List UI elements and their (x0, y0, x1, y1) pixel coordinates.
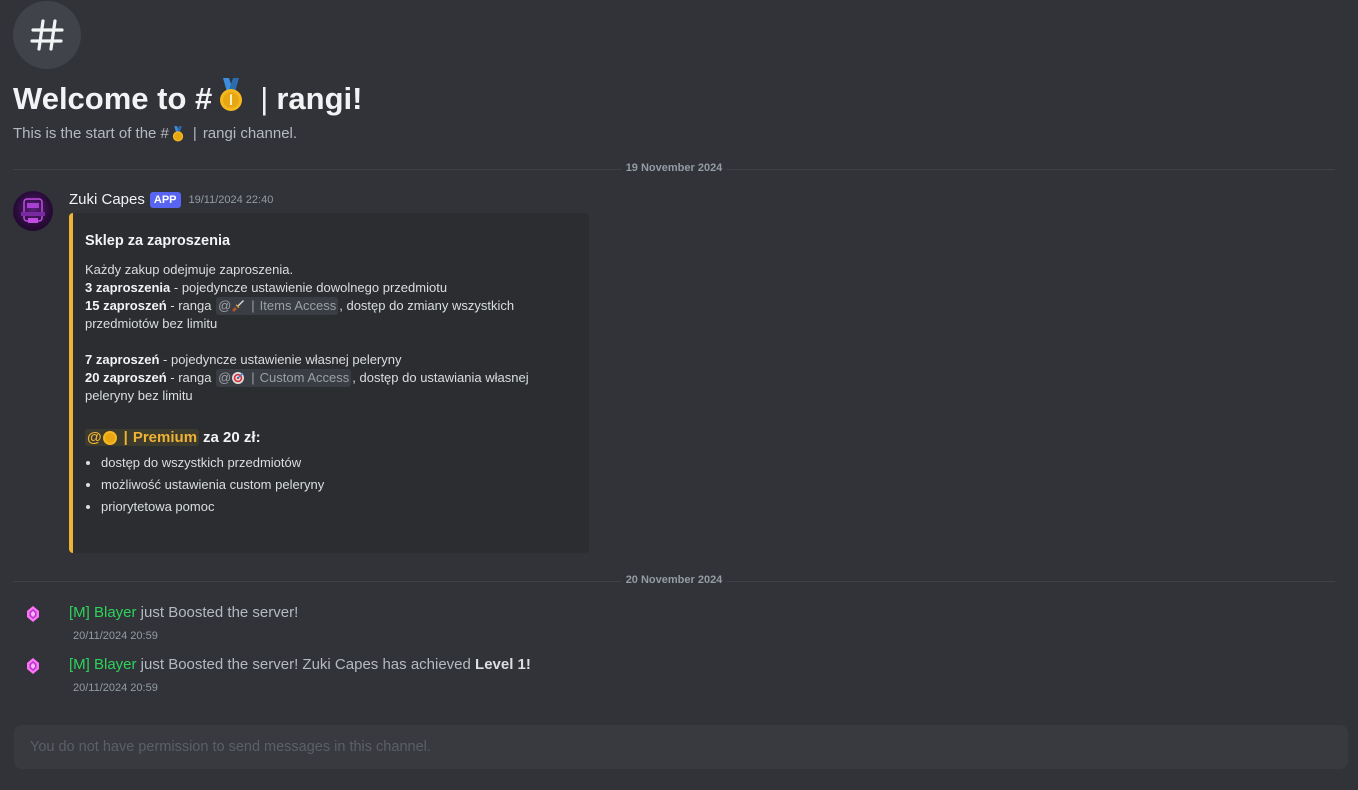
embed-body: Każdy zakup odejmuje zaproszenia. 3 zapr… (85, 261, 575, 405)
item-bold: 7 zaproszeń (85, 352, 160, 367)
mention-separator: | (123, 429, 128, 446)
embed-item: 20 zaproszeń - ranga @ | Custom Access, do… (85, 369, 575, 405)
message-input[interactable] (28, 738, 1334, 756)
item-text: - ranga (166, 298, 216, 313)
first-place-medal-icon (216, 78, 246, 120)
dagger-icon (231, 299, 245, 313)
boost-user[interactable]: [M] Blayer (69, 604, 137, 621)
channel-icon (13, 1, 81, 69)
item-text: - pojedyncze ustawienie własnej peleryny (159, 352, 402, 367)
target-icon (231, 371, 245, 385)
subtitle-prefix: This is the start of the # (13, 125, 169, 142)
mention-separator: | (251, 370, 255, 385)
premium-benefits-list: dostęp do wszystkich przedmiotów możliwo… (85, 454, 575, 516)
embed-item: 15 zaproszeń - ranga @ | Items Access, dos… (85, 297, 575, 333)
embed: Sklep za zaproszenia Każdy zakup odejmuj… (69, 213, 589, 553)
channel-separator: | (260, 81, 269, 116)
subtitle-suffix: rangi channel. (202, 125, 298, 142)
item-text: - ranga (166, 370, 216, 385)
mention-label: Custom Access (259, 370, 350, 385)
channel-separator: | (192, 125, 197, 142)
mention-separator: | (251, 298, 255, 313)
item-bold: 20 zaproszeń (85, 370, 167, 385)
coin-icon (102, 430, 118, 446)
message-header: Zuki Capes APP 19/11/2024 22:40 (69, 191, 273, 208)
boost-text: just Boosted the server! (136, 604, 299, 621)
welcome-heading: Welcome to # | rangi! (13, 78, 362, 120)
date-divider: 20 November 2024 (13, 574, 1335, 586)
hash-icon (30, 19, 64, 51)
mention-label: Items Access (259, 298, 337, 313)
item-bold: 15 zaproszeń (85, 298, 167, 313)
channel-subtitle: This is the start of the # | rangi chann… (13, 125, 297, 142)
date-divider-label: 20 November 2024 (621, 574, 727, 586)
premium-price: za 20 zł: (203, 429, 261, 446)
boost-message: [M] Blayer just Boosted the server! (69, 604, 298, 621)
list-item: dostęp do wszystkich przedmiotów (101, 454, 575, 472)
mention-at: @ (87, 429, 102, 446)
mention-at: @ (218, 370, 232, 385)
item-text: - pojedyncze ustawienie dowolnego przedm… (170, 280, 448, 295)
boost-timestamp[interactable]: 20/11/2024 20:59 (73, 630, 158, 642)
embed-item: 3 zaproszenia - pojedyncze ustawienie do… (85, 279, 575, 297)
avatar[interactable] (13, 191, 53, 231)
date-divider-label: 19 November 2024 (621, 162, 727, 174)
boost-level: Level 1! (475, 656, 531, 673)
mention-label: Premium (132, 429, 198, 446)
first-place-medal-icon (171, 125, 185, 142)
item-bold: 3 zaproszenia (85, 280, 171, 295)
app-badge: APP (149, 191, 181, 208)
list-item: możliwość ustawienia custom peleryny (101, 476, 575, 494)
author-name[interactable]: Zuki Capes (69, 191, 145, 208)
role-mention-premium[interactable]: @ | Premium (85, 429, 200, 446)
welcome-prefix: Welcome to # (13, 81, 213, 116)
premium-heading: @ | Premium za 20 zł: (85, 429, 575, 446)
nitro-boost-gem-icon (27, 658, 39, 674)
boost-timestamp[interactable]: 20/11/2024 20:59 (73, 682, 158, 694)
boost-message: [M] Blayer just Boosted the server! Zuki… (69, 656, 531, 673)
nitro-boost-gem-icon (27, 606, 39, 622)
boost-user[interactable]: [M] Blayer (69, 656, 137, 673)
message-input-bar (14, 725, 1348, 769)
message-timestamp[interactable]: 19/11/2024 22:40 (189, 194, 274, 206)
channel-name: rangi! (276, 81, 363, 116)
embed-intro: Każdy zakup odejmuje zaproszenia. (85, 262, 294, 277)
embed-title: Sklep za zaproszenia (85, 233, 231, 249)
embed-item: 7 zaproszeń - pojedyncze ustawienie włas… (85, 351, 575, 369)
boost-text: just Boosted the server! Zuki Capes has … (136, 656, 476, 673)
role-mention-custom-access[interactable]: @ | Custom Access (216, 369, 352, 387)
role-mention-items-access[interactable]: @ | Items Access (216, 297, 339, 315)
list-item: priorytetowa pomoc (101, 498, 575, 516)
date-divider: 19 November 2024 (13, 162, 1335, 174)
mention-at: @ (218, 298, 232, 313)
